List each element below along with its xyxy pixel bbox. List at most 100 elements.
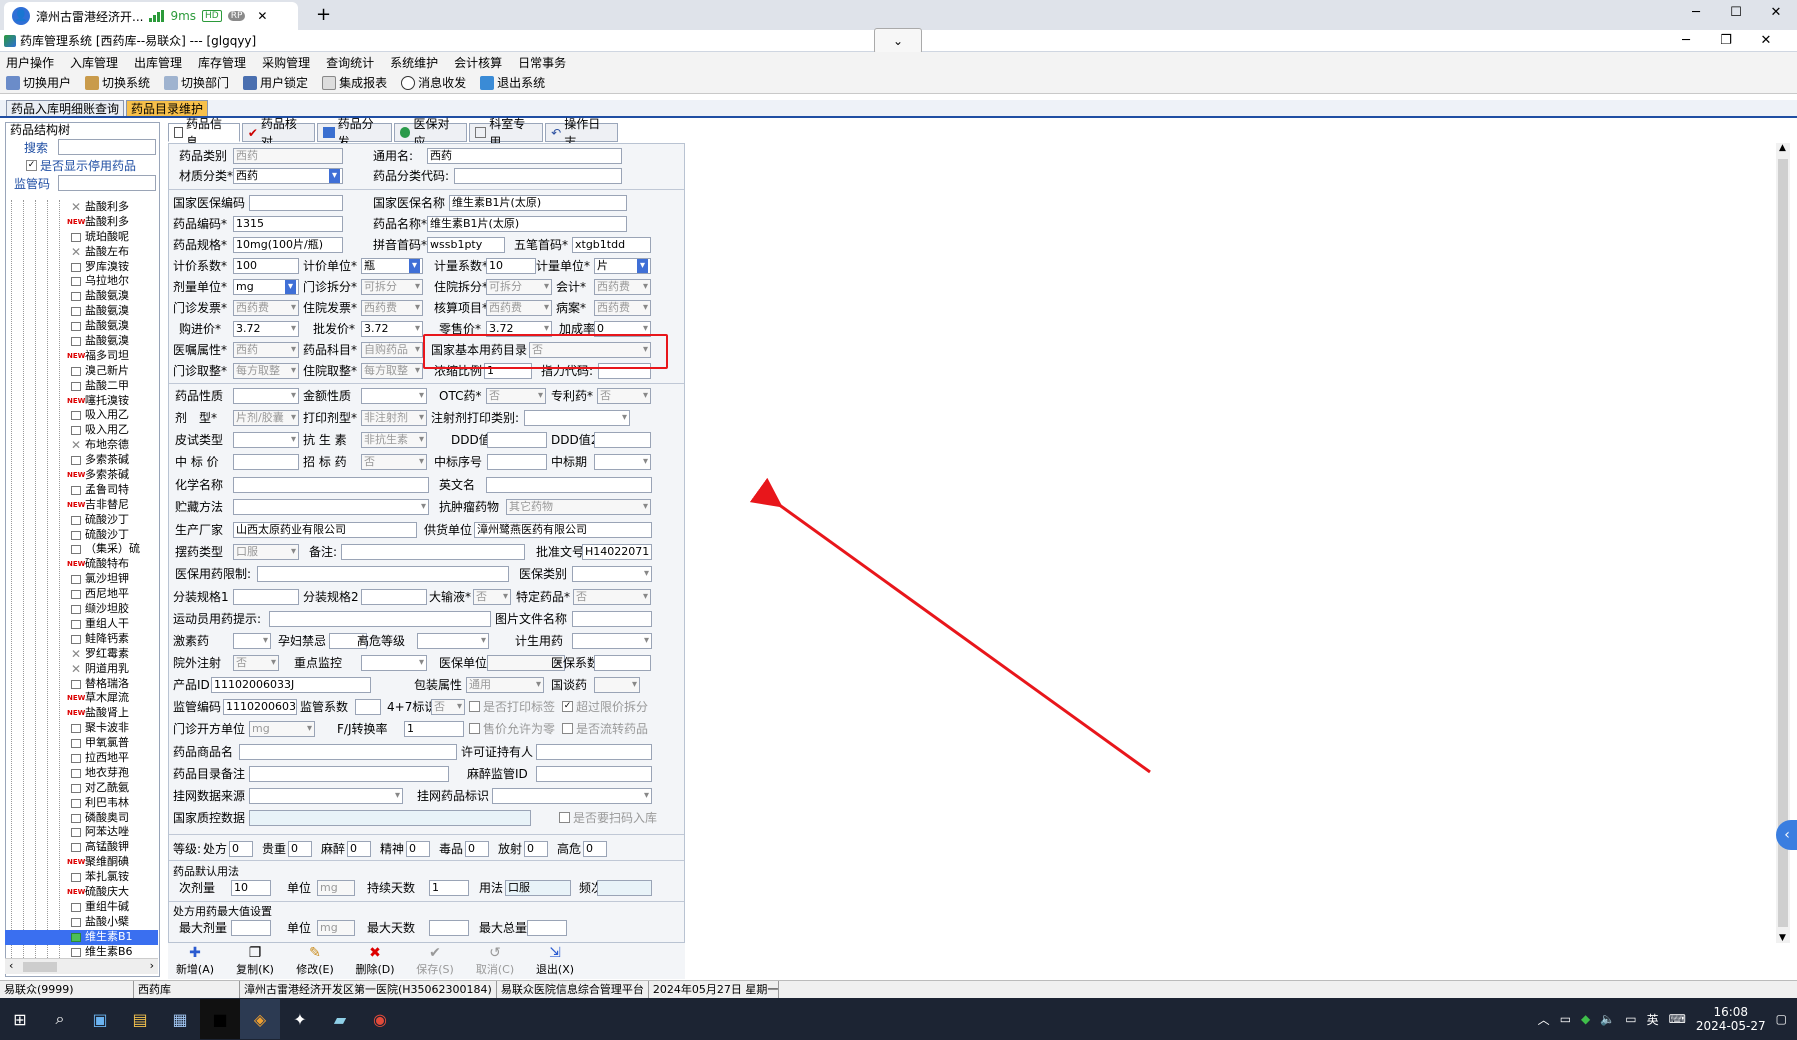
wholesale-price-input[interactable]: 3.72 [361, 321, 423, 337]
tab-drug-check[interactable]: ✔ 药品核对 [241, 117, 315, 149]
nature-input[interactable] [233, 388, 299, 404]
app-close-icon[interactable]: ✕ [1746, 30, 1786, 52]
supervise-coef-input[interactable] [355, 699, 381, 715]
supervise-code-input[interactable]: 11102006033 [223, 699, 297, 715]
maximize-icon[interactable]: ☐ [1716, 2, 1756, 24]
quality-data-input[interactable] [249, 810, 531, 826]
pack-attr-input[interactable]: 通用 [466, 677, 544, 693]
file-explorer-icon[interactable]: ▤ [120, 999, 160, 1039]
remark-input[interactable] [341, 544, 525, 560]
tree-item[interactable]: NEW 多索茶碱 [5, 468, 158, 483]
message-button[interactable]: 消息收发 [401, 74, 466, 91]
print-label-checkbox[interactable] [469, 701, 480, 712]
dispense-type-input[interactable]: 口服 [233, 544, 299, 560]
days-input[interactable]: 1 [429, 880, 469, 896]
accounting-input[interactable]: 西药费 [594, 279, 651, 295]
tree-item[interactable]: 对乙酰氨 [5, 781, 158, 796]
tree-item[interactable]: NEW 硫酸特布 [5, 557, 158, 572]
net-flag-input[interactable] [492, 788, 652, 804]
menu-inventory[interactable]: 库存管理 [198, 54, 246, 71]
tree-item[interactable]: 磷酸奥司 [5, 811, 158, 826]
high-risk-input[interactable] [417, 633, 489, 649]
menu-daily[interactable]: 日常事务 [518, 54, 566, 71]
tree-item[interactable]: 罗库溴铵 [5, 260, 158, 275]
audit-item-input[interactable]: 西药费 [486, 300, 552, 316]
keyboard-icon[interactable]: ⌨ [1669, 1012, 1686, 1026]
tree-item[interactable]: ✕ 阴道用乳 [5, 662, 158, 677]
menu-stock-in[interactable]: 入库管理 [70, 54, 118, 71]
menu-query[interactable]: 查询统计 [326, 54, 374, 71]
menu-purchase[interactable]: 采购管理 [262, 54, 310, 71]
tab-drug-distribute[interactable]: 药品分发 [316, 117, 392, 149]
ip-split-input[interactable]: 可拆分 [486, 279, 552, 295]
inj-print-input[interactable] [524, 410, 630, 426]
tree-item[interactable]: NEW 聚维酮碘 [5, 855, 158, 870]
menu-user[interactable]: 用户操作 [6, 54, 54, 71]
freq-input[interactable] [597, 880, 652, 896]
approval-input[interactable]: H14022071 [582, 544, 652, 560]
tree-item[interactable]: NEW 噻托溴铵 [5, 394, 158, 409]
manufacturer-input[interactable]: 山西太原药业有限公司 [233, 522, 417, 538]
tree-item[interactable]: 维生素B6 [5, 945, 158, 958]
ip-injection-input[interactable]: 否 [233, 655, 279, 671]
material-class-input[interactable]: 西药 [233, 168, 343, 184]
tree-item[interactable]: ✕ 盐酸左布 [5, 245, 158, 260]
tree-item[interactable]: 替格瑞洛 [5, 677, 158, 692]
monitor-icon[interactable]: ▣ [80, 999, 120, 1039]
athlete-tip-input[interactable] [269, 611, 491, 627]
hormone-input[interactable] [233, 633, 271, 649]
tab-operation-log[interactable]: ↶ 操作日志 [545, 117, 618, 149]
supplier-input[interactable]: 漳州鹭燕医药有限公司 [474, 522, 652, 538]
tree-item[interactable]: 聚卡波非 [5, 721, 158, 736]
tree-item[interactable]: NEW 吉非替尼 [5, 498, 158, 513]
tree-item[interactable]: 琥珀酸呢 [5, 230, 158, 245]
drug-category-input[interactable]: 西药 [233, 148, 343, 164]
tab-stock-in-query[interactable]: 药品入库明细账查询 [6, 100, 125, 116]
tree-item[interactable]: NEW 盐酸利多 [5, 215, 158, 230]
tree-item[interactable]: ✕ 布地奈德 [5, 438, 158, 453]
catalog-remark-input[interactable] [249, 766, 449, 782]
save-button[interactable]: ✔ 保存(S) [412, 945, 458, 977]
level-input[interactable]: 0 [288, 841, 312, 857]
purchase-price-input[interactable]: 3.72 [233, 321, 299, 337]
tree-item[interactable]: 西尼地平 [5, 587, 158, 602]
usage-unit-input[interactable]: mg [317, 880, 355, 896]
tree-item[interactable]: 盐酸氨溴 [5, 289, 158, 304]
tree-item[interactable]: 吸入用乙 [5, 423, 158, 438]
notification-icon[interactable]: ▢ [1776, 1012, 1787, 1026]
bid-price-input[interactable] [233, 454, 299, 470]
wubi-input[interactable]: xtgb1tdd [572, 237, 651, 253]
tree-item[interactable]: 盐酸氨溴 [5, 304, 158, 319]
bid-period-input[interactable] [594, 454, 651, 470]
ins-class-input[interactable] [572, 566, 652, 582]
image-name-input[interactable] [572, 611, 652, 627]
ip-recipe-input[interactable]: 每方取整 [361, 363, 423, 379]
terminal-icon[interactable]: ■ [200, 999, 240, 1039]
tree-item[interactable]: 苯扎氯铵 [5, 870, 158, 885]
license-holder-input[interactable] [536, 744, 652, 760]
menu-accounting[interactable]: 会计核算 [454, 54, 502, 71]
level-input[interactable]: 0 [465, 841, 489, 857]
search-input[interactable] [58, 139, 156, 155]
tree-item[interactable]: 重组人干 [5, 617, 158, 632]
exit-system-button[interactable]: 退出系统 [480, 74, 545, 91]
ime-label[interactable]: 英 [1647, 1011, 1659, 1028]
tree-item[interactable]: NEW 草木犀流 [5, 691, 158, 706]
print-form-input[interactable]: 非注射剂 [361, 410, 427, 426]
case-input[interactable]: 西药费 [594, 300, 651, 316]
tree-item[interactable]: 鲑降钙素 [5, 632, 158, 647]
op-invoice-input[interactable]: 西药费 [233, 300, 299, 316]
tree-item[interactable]: 吸入用乙 [5, 408, 158, 423]
class-code-input[interactable] [454, 168, 622, 184]
tree-item[interactable]: 利巴韦林 [5, 796, 158, 811]
order-attr-input[interactable]: 西药 [233, 342, 299, 358]
delete-button[interactable]: ✖ 删除(D) [352, 945, 398, 977]
ins-limit-input[interactable] [257, 566, 509, 582]
max-dose-input[interactable] [231, 920, 271, 936]
tree-item[interactable]: 盐酸氨溴 [5, 319, 158, 334]
storage-input[interactable] [233, 499, 429, 515]
eng-name-input[interactable] [486, 477, 652, 493]
tree-item[interactable]: 溴己新片 [5, 364, 158, 379]
tray-chevron-icon[interactable]: ︿ [1538, 1011, 1550, 1028]
display-icon[interactable]: ▭ [1625, 1012, 1636, 1026]
